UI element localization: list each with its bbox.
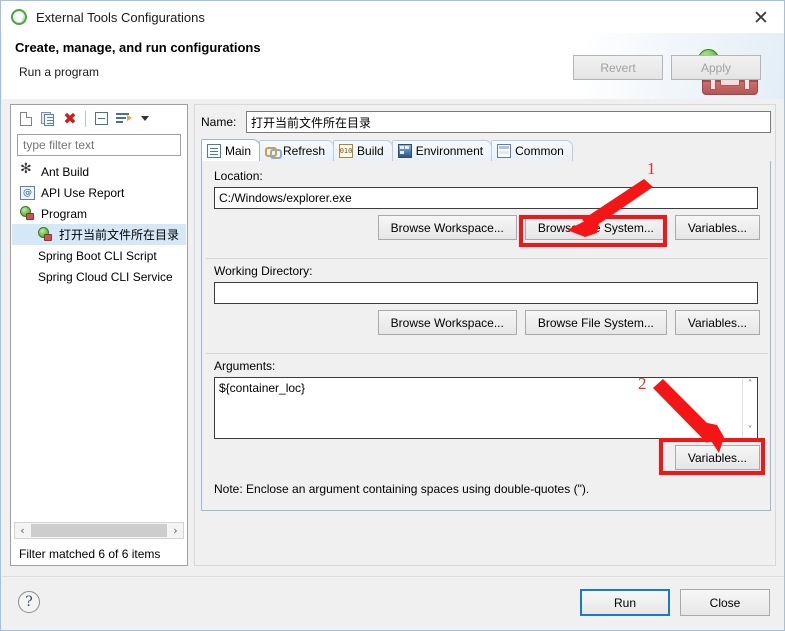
- main-tab-icon: [207, 143, 221, 158]
- build-tab-icon: 010: [339, 144, 354, 158]
- tab-label: Environment: [415, 144, 484, 158]
- revert-apply-row: Revert Apply: [573, 55, 761, 553]
- tree-item-label: Program: [41, 206, 88, 221]
- tab-main[interactable]: Main: [201, 139, 261, 161]
- collapse-all-icon[interactable]: [90, 108, 112, 130]
- filter-input[interactable]: [17, 134, 181, 156]
- eclipse-icon: [11, 8, 28, 26]
- chevron-down-icon[interactable]: [134, 108, 156, 130]
- page-title: Create, manage, and run configurations: [15, 40, 261, 55]
- close-button[interactable]: Close: [680, 589, 770, 616]
- tree-item-ant-build[interactable]: Ant Build: [12, 161, 186, 182]
- copy-icon[interactable]: [37, 108, 59, 130]
- common-tab-icon: [497, 144, 512, 158]
- configuration-editor-panel: Name: Main Refresh 010 Build E: [194, 55, 776, 566]
- tree-item-open-current-file-directory[interactable]: 打开当前文件所在目录: [12, 224, 186, 245]
- tree-item-label: Ant Build: [41, 164, 90, 179]
- tab-refresh[interactable]: Refresh: [259, 140, 335, 161]
- arguments-value: ${container_loc}: [219, 381, 306, 395]
- tab-environment[interactable]: Environment: [391, 140, 493, 161]
- scroll-left-icon[interactable]: ‹: [15, 524, 30, 537]
- apply-button[interactable]: Apply: [671, 55, 761, 80]
- tab-label: Refresh: [283, 144, 326, 158]
- footer-buttons: Run Close: [580, 589, 770, 616]
- dialog-body: ✖ Ant Build @ API Use Report Progr: [2, 55, 784, 577]
- window-title: External Tools Configurations: [36, 9, 205, 25]
- program-icon: [20, 206, 35, 221]
- configurations-panel: ✖ Ant Build @ API Use Report Progr: [10, 104, 188, 566]
- page-subtitle: Run a program: [19, 65, 100, 79]
- title-bar: External Tools Configurations ✕: [1, 1, 784, 33]
- external-tools-configurations-dialog: External Tools Configurations ✕ Create, …: [0, 0, 785, 631]
- refresh-tab-icon: [265, 144, 283, 159]
- browse-workspace-wd-button[interactable]: Browse Workspace...: [377, 310, 517, 335]
- tree-horizontal-scrollbar[interactable]: ‹ ›: [14, 522, 184, 539]
- tree-item-spring-cloud-cli-service[interactable]: Spring Cloud CLI Service: [12, 266, 186, 287]
- tree-item-api-use-report[interactable]: @ API Use Report: [12, 182, 186, 203]
- tree-item-spring-boot-cli-script[interactable]: Spring Boot CLI Script: [12, 245, 186, 266]
- revert-button[interactable]: Revert: [573, 55, 663, 80]
- dialog-footer: ? Run Close: [2, 576, 784, 630]
- delete-x-icon[interactable]: ✖: [59, 108, 81, 130]
- new-document-icon[interactable]: [15, 108, 37, 130]
- name-label: Name:: [201, 115, 237, 129]
- close-icon[interactable]: ✕: [746, 5, 776, 31]
- tab-label: Main: [225, 143, 252, 158]
- configurations-tree[interactable]: Ant Build @ API Use Report Program 打开当前文…: [12, 161, 186, 516]
- tab-build[interactable]: 010 Build: [333, 140, 393, 161]
- tree-item-label: Spring Cloud CLI Service: [38, 269, 173, 284]
- help-icon[interactable]: ?: [18, 591, 40, 613]
- toolbar-divider: [85, 110, 86, 127]
- program-icon: [38, 227, 53, 242]
- filter-icon[interactable]: [112, 108, 134, 130]
- browse-workspace-location-button[interactable]: Browse Workspace...: [377, 215, 517, 240]
- ant-icon: [20, 161, 35, 179]
- filter-status-text: Filter matched 6 of 6 items: [19, 547, 161, 561]
- api-icon: @: [20, 185, 35, 200]
- scrollbar-thumb[interactable]: [31, 524, 167, 537]
- tree-item-program[interactable]: Program: [12, 203, 186, 224]
- tree-item-label: Spring Boot CLI Script: [38, 248, 157, 263]
- tree-item-label: 打开当前文件所在目录: [59, 228, 180, 242]
- run-button[interactable]: Run: [580, 589, 670, 616]
- tree-item-label: API Use Report: [41, 185, 125, 200]
- tab-label: Common: [515, 144, 564, 158]
- tab-label: Build: [357, 144, 384, 158]
- environment-tab-icon: [397, 144, 412, 158]
- configurations-toolbar: ✖: [11, 105, 187, 132]
- tab-common[interactable]: Common: [491, 140, 573, 161]
- scroll-right-icon[interactable]: ›: [168, 524, 183, 537]
